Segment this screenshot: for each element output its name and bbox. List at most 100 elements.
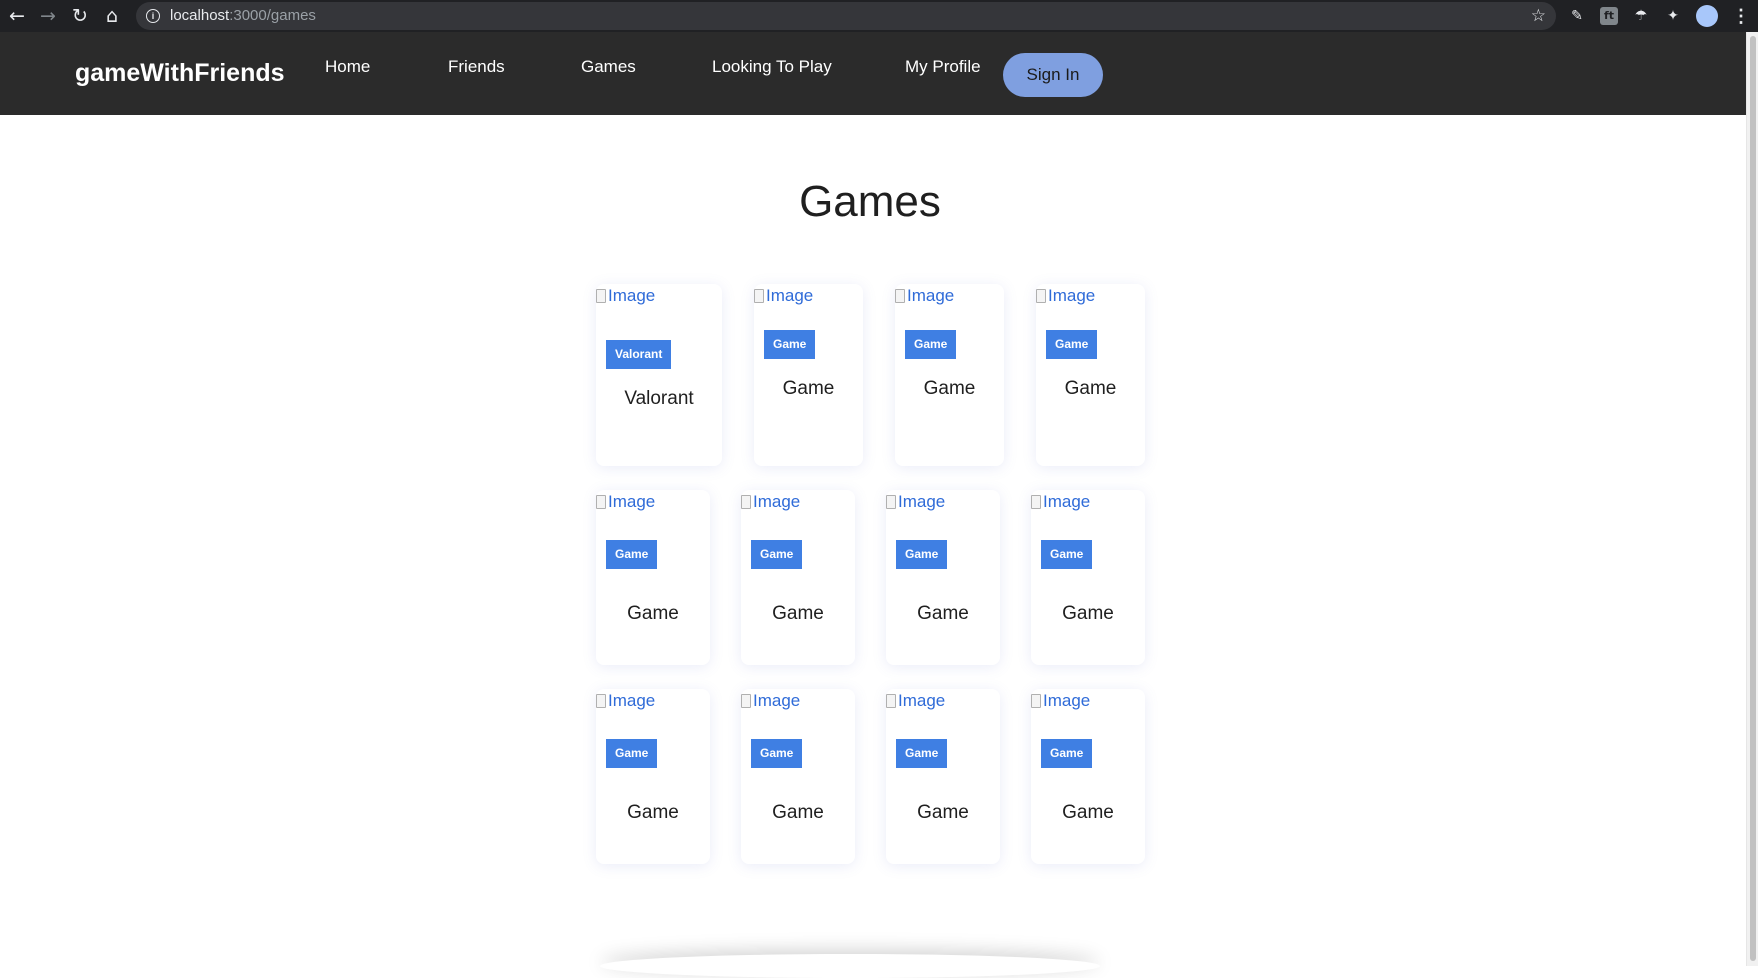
game-image[interactable]: Image [886,691,945,711]
url-host: localhost [170,7,230,24]
image-alt-text: Image [1043,492,1091,511]
image-alt-text: Image [907,286,955,305]
broken-image-icon [741,694,751,708]
url-path: :3000/games [229,7,316,24]
home-icon[interactable]: ⌂ [100,4,124,28]
game-image[interactable]: Image [1031,492,1090,512]
game-image[interactable]: Image [596,286,655,306]
image-alt-text: Image [608,492,656,511]
broken-image-icon [886,694,896,708]
reload-icon[interactable]: ↻ [68,4,92,28]
bookmark-star-icon[interactable]: ☆ [1531,2,1546,30]
nav-link-home[interactable]: Home [325,32,370,102]
broken-image-icon [596,289,606,303]
game-card[interactable]: Image Game Game [741,689,855,864]
game-image[interactable]: Image [741,492,800,512]
image-alt-text: Image [766,286,814,305]
brand-logo[interactable]: gameWithFriends [75,32,285,115]
game-card[interactable]: Image Game Game [596,490,710,665]
game-image[interactable]: Image [895,286,954,306]
game-title: Valorant [624,388,694,409]
footer-edge [600,954,1100,978]
game-tag: Valorant [606,340,672,369]
game-card[interactable]: Image Game Game [1031,490,1145,665]
broken-image-icon [741,495,751,509]
game-tag: Game [606,540,658,569]
image-alt-text: Image [898,492,946,511]
game-image[interactable]: Image [754,286,813,306]
image-alt-text: Image [898,691,946,710]
forward-arrow-icon[interactable]: → [36,4,60,28]
game-title: Game [917,802,969,823]
game-card[interactable]: Image Game Game [1036,284,1145,466]
page-scrollbar[interactable] [1746,32,1758,966]
game-image[interactable]: Image [1036,286,1095,306]
game-card[interactable]: Image Game Game [895,284,1004,466]
nav-link-games[interactable]: Games [581,32,636,102]
game-image[interactable]: Image [596,691,655,711]
profile-avatar[interactable] [1696,5,1718,27]
umbrella-extension-icon[interactable]: ☂ [1632,7,1650,25]
game-title: Game [772,802,824,823]
game-tag: Game [1041,540,1093,569]
game-tag: Game [764,330,816,359]
pen-extension-icon[interactable]: ✎ [1568,7,1586,25]
game-image[interactable]: Image [596,492,655,512]
game-tag: Game [905,330,957,359]
nav-link-friends[interactable]: Friends [448,32,505,102]
extension-box-icon[interactable]: ft [1600,7,1618,25]
game-title: Game [1062,802,1114,823]
back-arrow-icon[interactable]: ← [5,4,29,28]
nav-link-looking-to-play[interactable]: Looking To Play [712,32,832,102]
broken-image-icon [895,289,905,303]
browser-toolbar: ← → ↻ ⌂ i localhost:3000/games ☆ ✎ ft ☂ … [0,0,1758,32]
broken-image-icon [596,694,606,708]
image-alt-text: Image [1048,286,1096,305]
game-card[interactable]: Image Game Game [1031,689,1145,864]
game-title: Game [782,378,835,399]
sign-in-button[interactable]: Sign In [1003,53,1103,97]
game-title: Game [772,603,824,624]
image-alt-text: Image [753,691,801,710]
game-title: Game [917,603,969,624]
url-text[interactable]: localhost:3000/games [170,2,316,30]
game-card[interactable]: Image Game Game [741,490,855,665]
image-alt-text: Image [1043,691,1091,710]
game-title: Game [627,603,679,624]
game-tag: Game [751,739,803,768]
broken-image-icon [886,495,896,509]
broken-image-icon [1036,289,1046,303]
game-image[interactable]: Image [886,492,945,512]
site-info-icon[interactable]: i [146,9,160,23]
game-title: Game [1064,378,1117,399]
broken-image-icon [1031,495,1041,509]
game-card[interactable]: Image Game Game [754,284,863,466]
game-tag: Game [896,739,948,768]
game-title: Game [627,802,679,823]
game-card[interactable]: Image Game Game [596,689,710,864]
game-tag: Game [1046,330,1098,359]
game-tag: Game [896,540,948,569]
game-tag: Game [606,739,658,768]
game-image[interactable]: Image [1031,691,1090,711]
game-title: Game [1062,603,1114,624]
game-card[interactable]: Image Game Game [886,490,1000,665]
puzzle-extension-icon[interactable]: ✦ [1664,7,1682,25]
game-tag: Game [751,540,803,569]
game-tag: Game [1041,739,1093,768]
page-title: Games [799,177,941,226]
scrollbar-thumb[interactable] [1750,36,1756,961]
game-image[interactable]: Image [741,691,800,711]
broken-image-icon [754,289,764,303]
image-alt-text: Image [753,492,801,511]
app-navbar: gameWithFriends Home Friends Games Looki… [0,32,1746,115]
image-alt-text: Image [608,286,656,305]
broken-image-icon [596,495,606,509]
nav-link-my-profile[interactable]: My Profile [905,32,981,102]
game-title: Game [923,378,976,399]
address-bar[interactable]: i localhost:3000/games ☆ [136,2,1556,30]
image-alt-text: Image [608,691,656,710]
game-card[interactable]: Image Valorant Valorant [596,284,722,466]
menu-kebab-icon[interactable]: ⋮ [1732,4,1750,28]
game-card[interactable]: Image Game Game [886,689,1000,864]
